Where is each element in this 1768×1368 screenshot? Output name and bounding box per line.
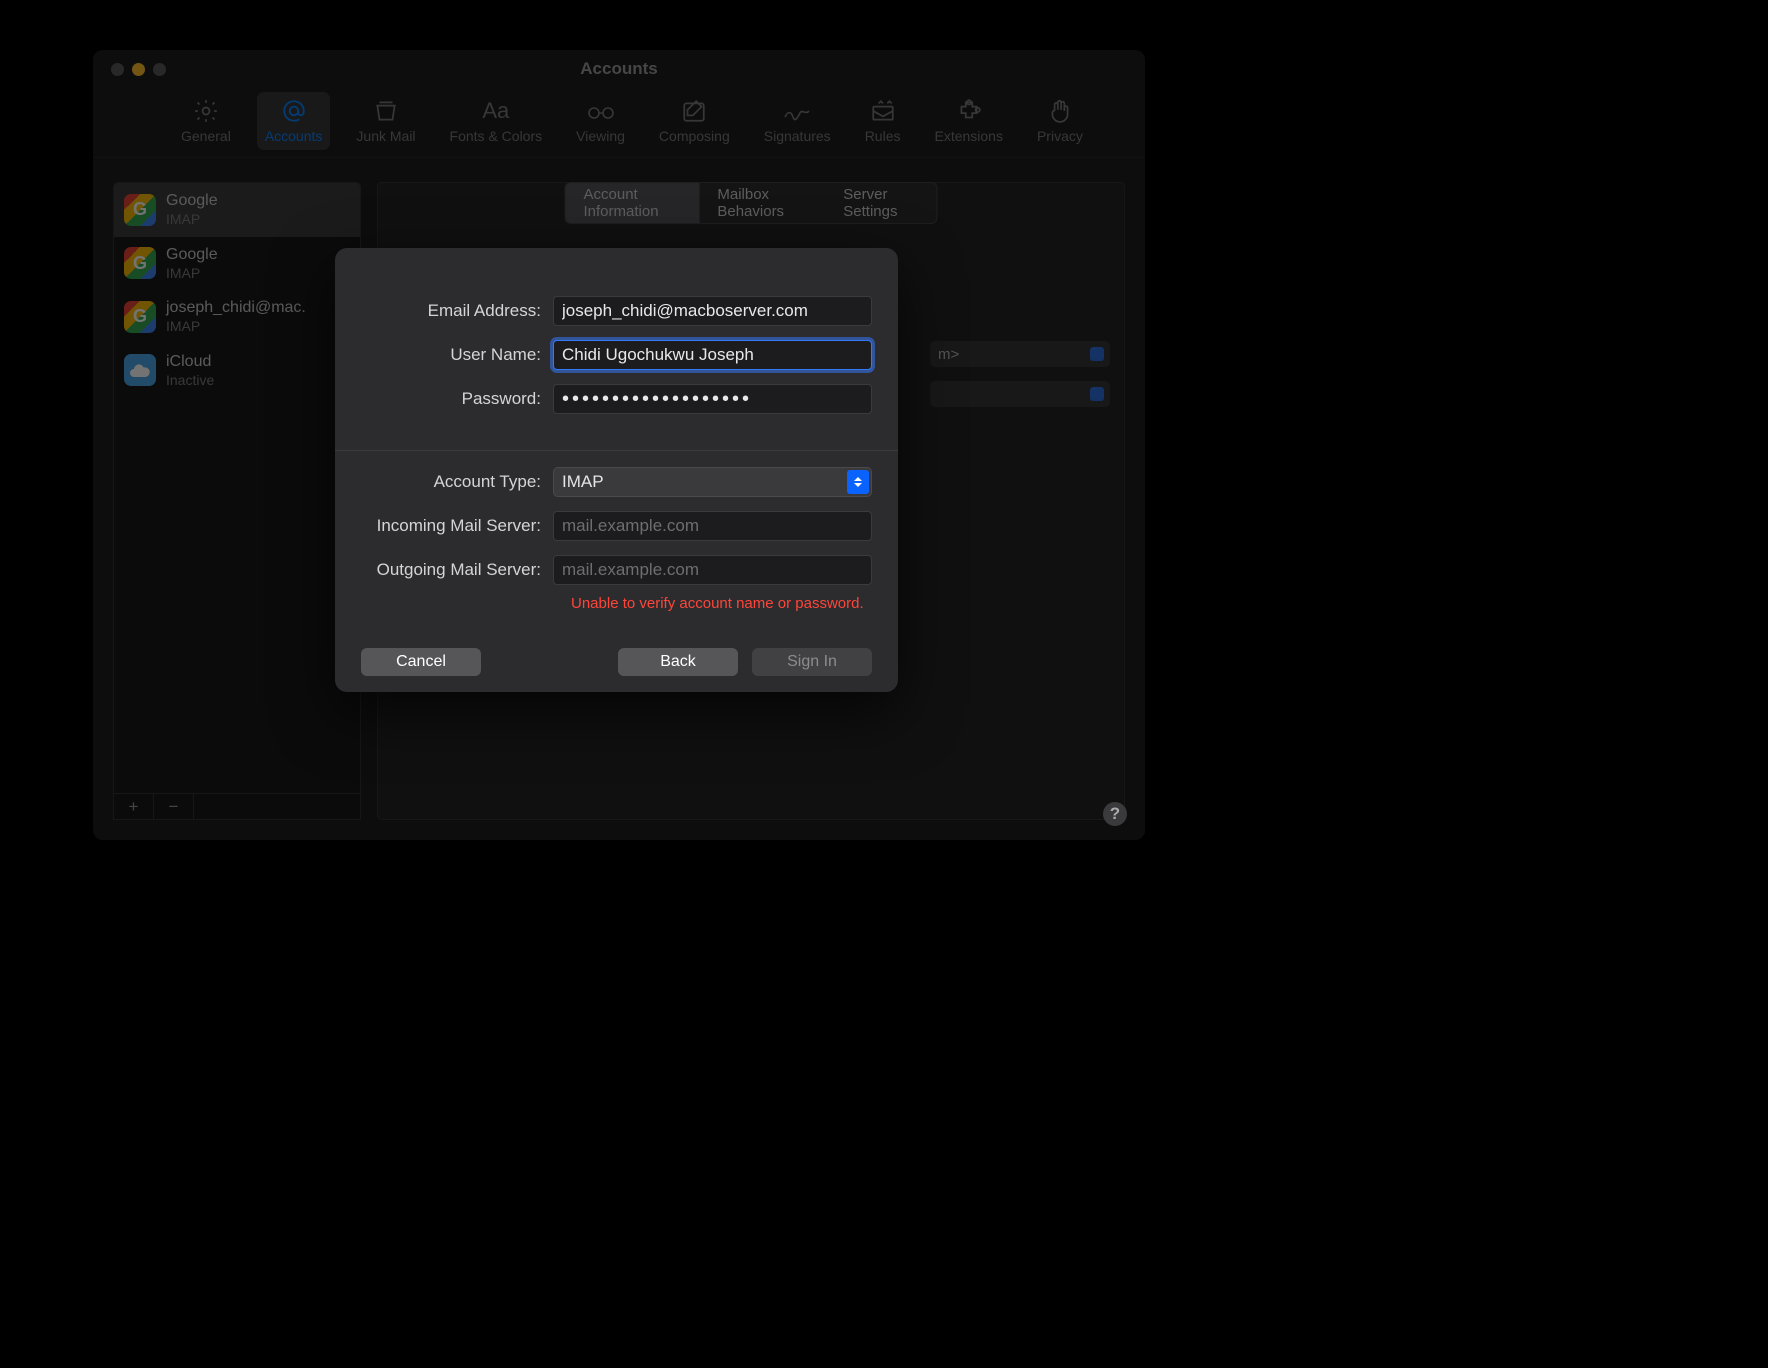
google-icon: G	[124, 247, 156, 279]
account-type-select[interactable]: IMAP	[553, 467, 872, 497]
account-row-mac[interactable]: G joseph_chidi@mac. IMAP	[114, 290, 360, 344]
preferences-toolbar: General Accounts Junk Mail Aa Fonts & Co…	[93, 88, 1145, 150]
tab-junk-mail[interactable]: Junk Mail	[348, 92, 423, 150]
tab-extensions[interactable]: Extensions	[926, 92, 1010, 150]
label-account-type: Account Type:	[361, 472, 541, 492]
tab-signatures[interactable]: Signatures	[756, 92, 839, 150]
icloud-icon	[124, 354, 156, 386]
account-sub: IMAP	[166, 265, 218, 283]
label-password: Password:	[361, 389, 541, 409]
username-field[interactable]	[553, 340, 872, 370]
add-account-button[interactable]: +	[114, 794, 154, 819]
account-title: joseph_chidi@mac.	[166, 298, 306, 318]
gear-icon	[193, 96, 219, 126]
account-row-icloud[interactable]: iCloud Inactive	[114, 344, 360, 398]
google-icon: G	[124, 301, 156, 333]
incoming-server-field[interactable]	[553, 511, 872, 541]
tab-viewing[interactable]: Viewing	[568, 92, 633, 150]
at-icon	[281, 96, 307, 126]
window-title: Accounts	[93, 59, 1145, 79]
divider	[335, 450, 898, 451]
add-account-dialog: Email Address: User Name: Password: Acco…	[335, 248, 898, 692]
background-select-1[interactable]: m>	[930, 341, 1110, 367]
tab-fonts-colors[interactable]: Aa Fonts & Colors	[442, 92, 551, 150]
titlebar: Accounts General Accounts Junk Mail Aa F…	[93, 50, 1145, 158]
account-row-google-1[interactable]: G Google IMAP	[114, 183, 360, 237]
tab-composing[interactable]: Composing	[651, 92, 738, 150]
label-email: Email Address:	[361, 301, 541, 321]
cancel-button[interactable]: Cancel	[361, 648, 481, 676]
back-button[interactable]: Back	[618, 648, 738, 676]
error-message: Unable to verify account name or passwor…	[361, 595, 872, 612]
outgoing-server-field[interactable]	[553, 555, 872, 585]
account-row-google-2[interactable]: G Google IMAP	[114, 237, 360, 291]
tab-privacy[interactable]: Privacy	[1029, 92, 1091, 150]
remove-account-button[interactable]: −	[154, 794, 194, 819]
fonts-icon: Aa	[482, 96, 509, 126]
tab-mailbox-behaviors[interactable]: Mailbox Behaviors	[699, 183, 825, 223]
help-button[interactable]: ?	[1103, 802, 1127, 826]
tab-server-settings[interactable]: Server Settings	[825, 183, 936, 223]
signature-icon	[782, 96, 812, 126]
password-field[interactable]	[553, 384, 872, 414]
puzzle-icon	[956, 96, 982, 126]
label-username: User Name:	[361, 345, 541, 365]
label-outgoing: Outgoing Mail Server:	[361, 560, 541, 580]
account-sub: Inactive	[166, 372, 214, 390]
google-icon: G	[124, 194, 156, 226]
sign-in-button[interactable]: Sign In	[752, 648, 872, 676]
chevron-updown-icon	[847, 470, 869, 494]
compose-icon	[681, 96, 707, 126]
email-field[interactable]	[553, 296, 872, 326]
label-incoming: Incoming Mail Server:	[361, 516, 541, 536]
accounts-sidebar: G Google IMAP G Google IMAP G	[113, 182, 361, 820]
account-sub: IMAP	[166, 318, 306, 336]
rules-icon	[870, 96, 896, 126]
hand-icon	[1047, 96, 1073, 126]
background-select-2[interactable]	[930, 381, 1110, 407]
tab-account-information[interactable]: Account Information	[566, 183, 700, 223]
glasses-icon	[586, 96, 616, 126]
trash-icon	[373, 96, 399, 126]
account-title: iCloud	[166, 352, 214, 372]
tab-accounts[interactable]: Accounts	[257, 92, 331, 150]
account-sub: IMAP	[166, 211, 218, 229]
tab-general[interactable]: General	[173, 92, 239, 150]
account-title: Google	[166, 245, 218, 265]
detail-tabs[interactable]: Account Information Mailbox Behaviors Se…	[565, 182, 938, 224]
tab-rules[interactable]: Rules	[857, 92, 909, 150]
account-title: Google	[166, 191, 218, 211]
